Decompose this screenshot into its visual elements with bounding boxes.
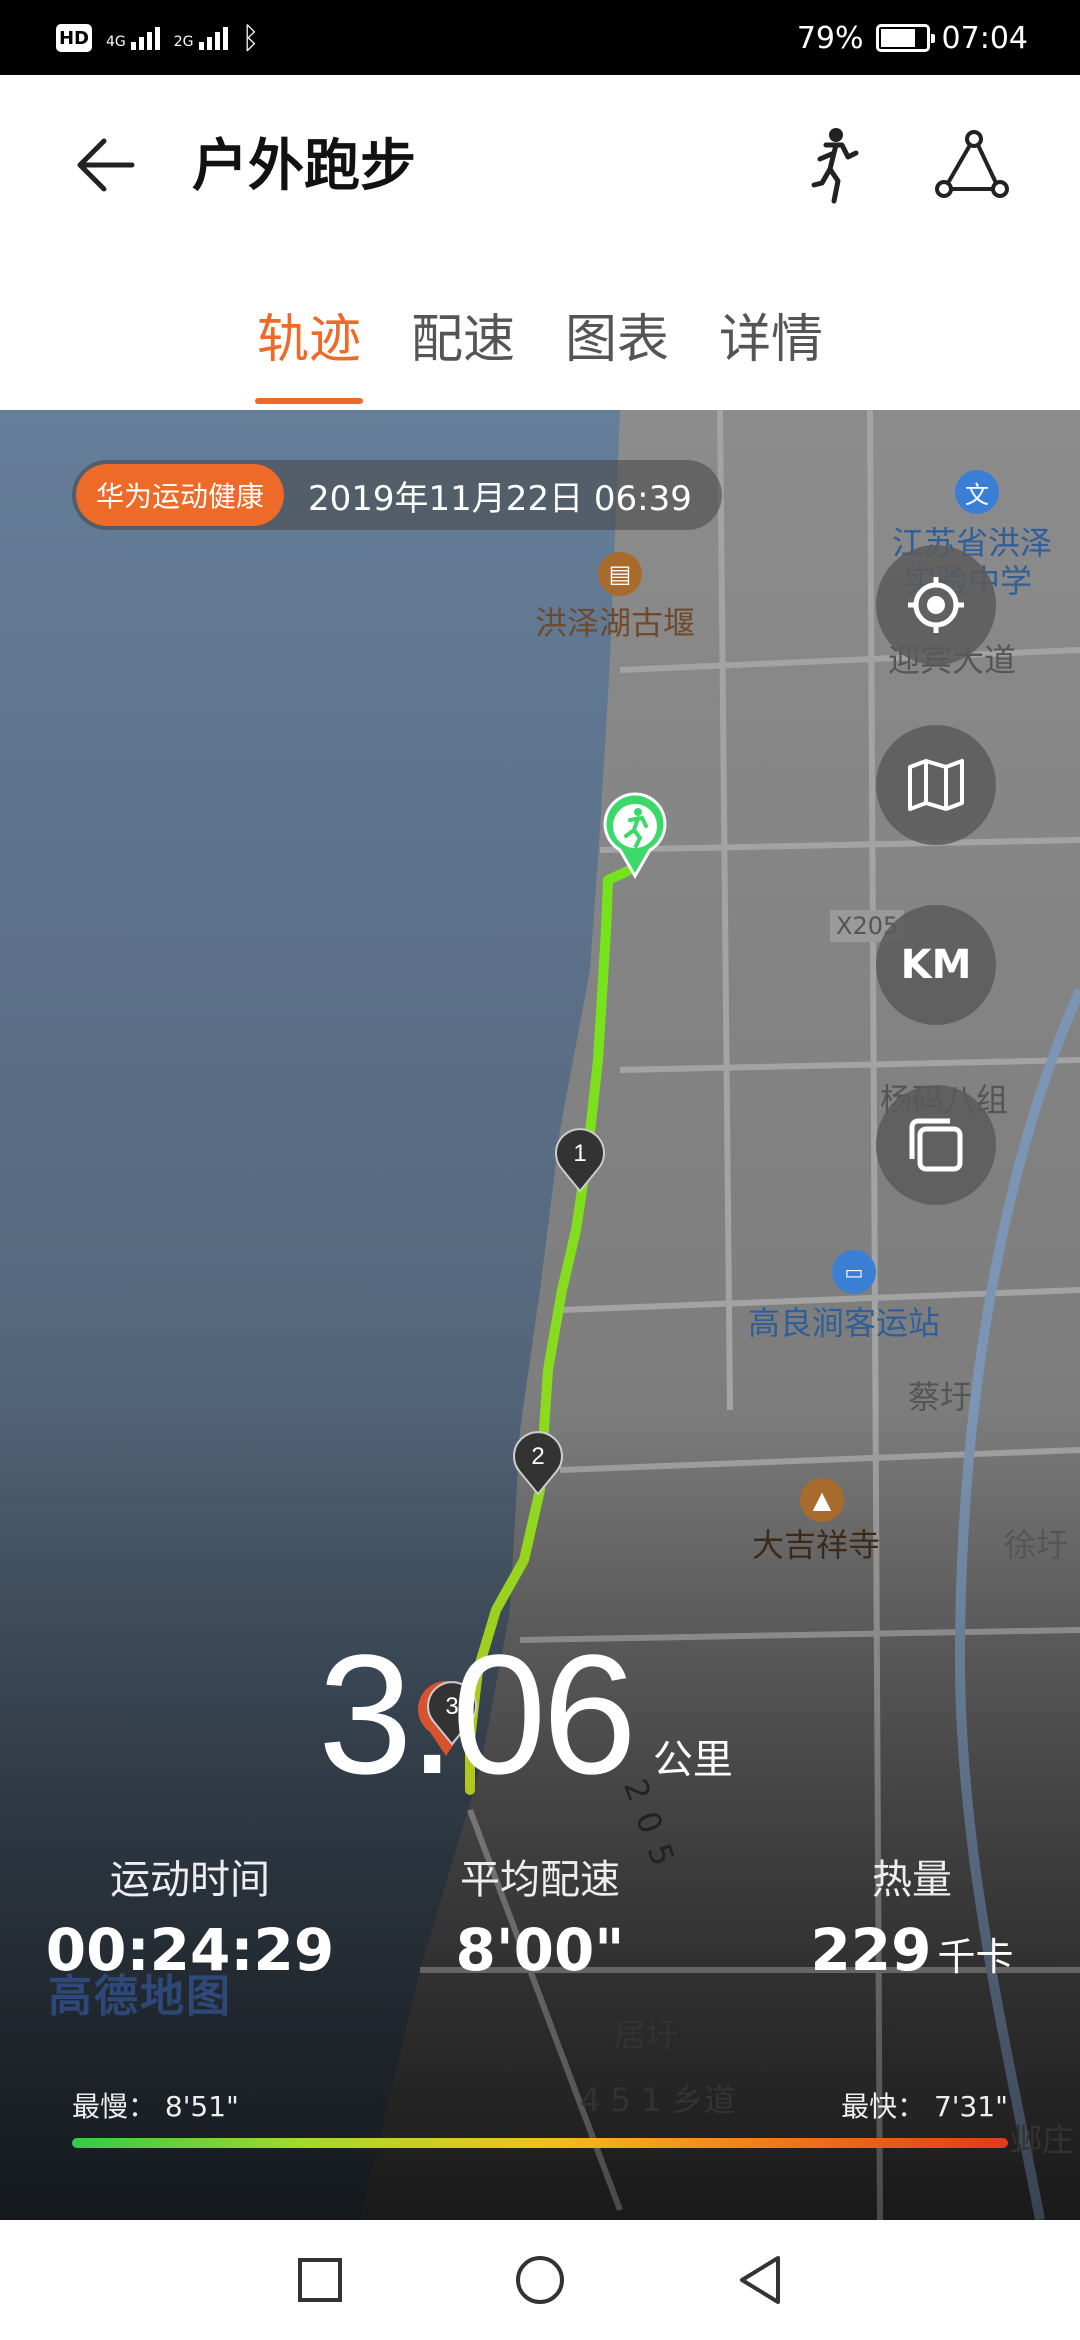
- battery-icon: [875, 24, 935, 52]
- tab-chart[interactable]: 图表: [563, 290, 671, 410]
- km-toggle-label: KM: [900, 942, 972, 988]
- map-label-juyu: 居圩: [614, 2016, 679, 2054]
- workout-date: 2019年11月22日 06:39: [308, 478, 692, 519]
- layers-button[interactable]: [876, 1085, 996, 1205]
- tab-details[interactable]: 详情: [717, 290, 825, 410]
- map-type-button[interactable]: [876, 725, 996, 845]
- calories-unit: 千卡: [937, 1935, 1014, 1979]
- runner-figure-icon[interactable]: [790, 123, 874, 207]
- workout-date-pill: 华为运动健康 2019年11月22日 06:39: [72, 460, 722, 530]
- locate-icon: [908, 577, 964, 633]
- distance-unit: 公里: [652, 1737, 733, 1783]
- route-map[interactable]: 文 江苏省洪泽 实验中学 迎宾大道 ▤ 洪泽湖古堰 X205 杨码八组 ▭ 高良…: [0, 410, 1080, 2220]
- km-marker-1: 1: [555, 1128, 605, 1193]
- svg-text:2: 2: [531, 1443, 544, 1470]
- map-label-dam: 洪泽湖古堰: [535, 604, 696, 642]
- arrow-left-icon[interactable]: [70, 125, 150, 205]
- slowest-pace: 最慢： 8'51": [72, 2090, 239, 2123]
- svg-text:1: 1: [573, 1140, 586, 1167]
- pace-value: 8'00": [455, 1916, 625, 1984]
- stat-pace: 平均配速 8'00": [360, 1850, 720, 1990]
- duration-value: 00:24:29: [45, 1916, 335, 1984]
- fastest-pace: 最快： 7'31": [841, 2090, 1008, 2123]
- hd-voice-icon: HD: [56, 24, 92, 52]
- app-badge: 华为运动健康: [76, 464, 285, 526]
- route-share-icon[interactable]: [930, 123, 1014, 207]
- map-layer-icon: [908, 759, 964, 811]
- km-toggle-button[interactable]: KM: [876, 905, 996, 1025]
- recent-apps-icon[interactable]: [290, 2250, 350, 2310]
- map-label-temple: 大吉祥寺: [752, 1526, 881, 1564]
- stat-calories: 热量 229 千卡: [732, 1850, 1080, 1997]
- bluetooth-icon: ᛒ: [241, 20, 260, 56]
- signal-icon-2: 2G: [174, 26, 228, 50]
- clock: 07:04: [941, 20, 1028, 56]
- distance-display: 3.06 公里: [318, 1630, 733, 1800]
- home-icon[interactable]: [510, 2250, 570, 2310]
- map-label-caiyu: 蔡圩: [908, 1378, 973, 1416]
- map-label-station: 高良涧客运站: [748, 1304, 941, 1342]
- tab-track[interactable]: 轨迹: [254, 290, 364, 410]
- status-bar: HD 4G 2G ᛒ 79% 07:04: [0, 0, 1080, 75]
- pace-gradient-bar: [72, 2138, 1008, 2148]
- map-label-zhuangzhuang: 邺庄: [1010, 2121, 1075, 2159]
- map-label-road-451: 4 5 1 乡道: [580, 2081, 736, 2119]
- pace-label: 平均配速: [460, 1857, 620, 1903]
- locate-button[interactable]: [876, 545, 996, 665]
- school-poi-icon: 文: [955, 470, 999, 514]
- map-label-xuyu: 徐圩: [1004, 1526, 1069, 1564]
- copy-layers-icon: [909, 1118, 963, 1172]
- bus-station-icon: ▭: [832, 1250, 876, 1294]
- tab-pace[interactable]: 配速: [409, 290, 517, 410]
- stat-duration: 运动时间 00:24:29: [10, 1850, 370, 1990]
- system-nav-bar: [0, 2220, 1080, 2340]
- km-marker-2: 2: [513, 1431, 563, 1496]
- app-header: 户外跑步 轨迹 配速 图表 详情: [0, 75, 1080, 410]
- distance-value: 3.06: [318, 1620, 637, 1810]
- tab-bar: 轨迹 配速 图表 详情: [0, 290, 1080, 410]
- temple-poi-icon: ▲: [800, 1478, 844, 1522]
- signal-icon: 4G: [106, 26, 160, 50]
- monument-poi-icon: ▤: [598, 552, 642, 596]
- battery-percent: 79%: [796, 20, 864, 56]
- duration-label: 运动时间: [110, 1857, 270, 1903]
- calories-value: 229: [810, 1916, 932, 1984]
- calories-label: 热量: [872, 1857, 952, 1903]
- page-title: 户外跑步: [192, 134, 416, 199]
- back-triangle-icon[interactable]: [730, 2250, 790, 2310]
- start-marker-icon: [603, 792, 667, 880]
